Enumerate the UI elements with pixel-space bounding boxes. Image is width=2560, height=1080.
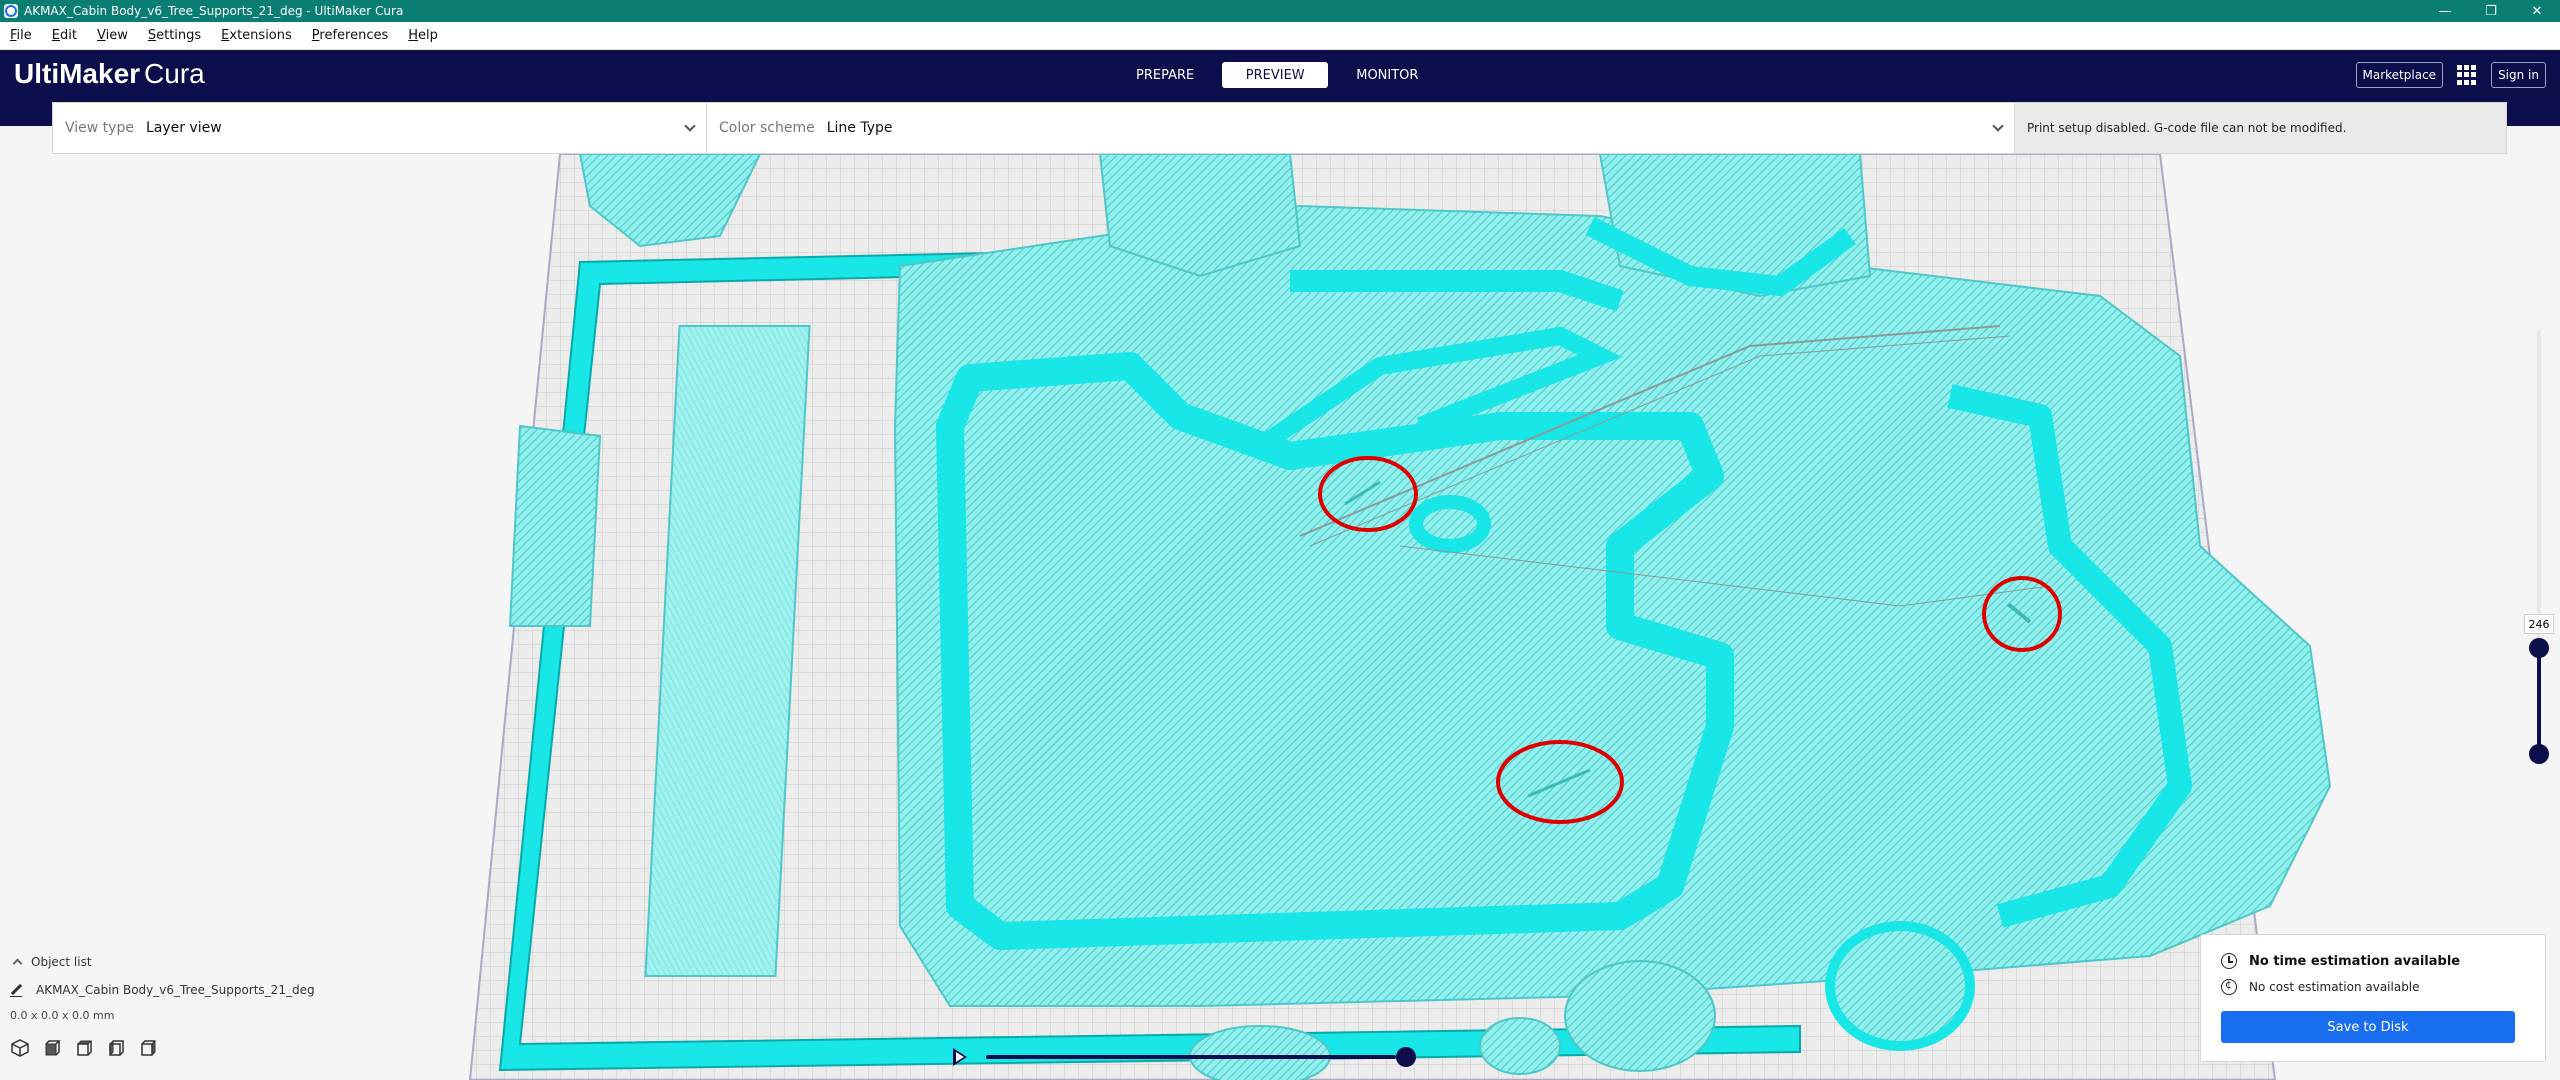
object-list-item[interactable]: AKMAX_Cabin Body_v6_Tree_Supports_21_deg	[10, 976, 510, 1004]
color-scheme-label: Color scheme	[719, 120, 815, 136]
cost-icon	[2221, 978, 2237, 995]
tab-preview[interactable]: PREVIEW	[1222, 62, 1329, 88]
tab-monitor[interactable]: MONITOR	[1336, 62, 1438, 88]
minimize-button[interactable]: —	[2422, 0, 2468, 22]
menu-file[interactable]: File	[0, 28, 42, 43]
view-type-label: View type	[65, 120, 134, 136]
simulation-playback	[950, 1044, 1420, 1070]
color-scheme-dropdown[interactable]: Color scheme Line Type	[707, 103, 2015, 153]
print-information-panel: No time estimation available No cost est…	[2200, 934, 2546, 1062]
pencil-icon	[10, 984, 22, 997]
object-list-toggle[interactable]: Object list	[10, 952, 510, 972]
view-type-dropdown[interactable]: View type Layer view	[53, 103, 707, 153]
menu-preferences[interactable]: Preferences	[302, 28, 398, 43]
layer-view-render	[468, 153, 2332, 1080]
ultimaker-cura-logo: UltiMaker Cura	[14, 58, 205, 90]
cost-estimation: No cost estimation available	[2249, 980, 2420, 994]
cost-estimation-row: No cost estimation available	[2221, 978, 2420, 995]
cura-app-icon	[4, 4, 18, 18]
path-slider-track[interactable]	[986, 1055, 1396, 1059]
header-actions: Marketplace Sign in	[2355, 62, 2546, 88]
object-dimensions: 0.0 x 0.0 x 0.0 mm	[10, 1008, 115, 1022]
chevron-down-icon	[1992, 120, 2004, 132]
brand-light: Cura	[144, 58, 205, 89]
menu-settings[interactable]: Settings	[138, 28, 211, 43]
layer-lower-handle[interactable]	[2529, 744, 2549, 764]
window-title-bar: AKMAX_Cabin Body_v6_Tree_Supports_21_deg…	[0, 0, 2560, 22]
color-scheme-value: Line Type	[826, 120, 893, 136]
marketplace-button[interactable]: Marketplace	[2355, 62, 2444, 88]
view-toolbar: View type Layer view Color scheme Line T…	[52, 102, 2507, 154]
restore-button[interactable]: ❐	[2468, 0, 2514, 22]
print-setup-message: Print setup disabled. G-code file can no…	[2015, 103, 2506, 153]
object-name: AKMAX_Cabin Body_v6_Tree_Supports_21_deg	[36, 983, 315, 997]
brand-bold: UltiMaker	[14, 58, 141, 89]
layer-slider[interactable]: 246	[2524, 330, 2554, 764]
sign-in-button[interactable]: Sign in	[2491, 62, 2546, 88]
camera-view-buttons	[10, 1038, 510, 1058]
tab-prepare[interactable]: PREPARE	[1116, 62, 1214, 88]
path-slider-handle[interactable]	[1396, 1047, 1416, 1067]
3d-viewport[interactable]	[0, 126, 2560, 1080]
menu-edit[interactable]: Edit	[42, 28, 87, 43]
chevron-down-icon	[684, 120, 696, 132]
left-view-icon[interactable]	[106, 1038, 126, 1058]
time-estimation-row: No time estimation available	[2221, 953, 2460, 969]
window-title: AKMAX_Cabin Body_v6_Tree_Supports_21_deg…	[24, 4, 404, 18]
close-button[interactable]: ✕	[2514, 0, 2560, 22]
view-type-value: Layer view	[145, 120, 222, 136]
object-list-label: Object list	[31, 955, 92, 969]
layer-track-range	[2537, 648, 2541, 756]
menu-extensions[interactable]: Extensions	[211, 28, 302, 43]
clock-icon	[2221, 953, 2237, 969]
save-to-disk-button[interactable]: Save to Disk	[2221, 1011, 2515, 1043]
top-view-icon[interactable]	[74, 1038, 94, 1058]
stage-tabs: PREPARE PREVIEW MONITOR	[1116, 62, 1438, 88]
chevron-up-icon	[12, 958, 23, 969]
time-estimation: No time estimation available	[2249, 953, 2461, 969]
menu-bar: File Edit View Settings Extensions Prefe…	[0, 22, 2560, 50]
current-layer-number[interactable]: 246	[2524, 614, 2554, 634]
front-view-icon[interactable]	[42, 1038, 62, 1058]
menu-help[interactable]: Help	[398, 28, 448, 43]
object-list-panel: Object list AKMAX_Cabin Body_v6_Tree_Sup…	[10, 952, 510, 1058]
apps-grid-icon[interactable]	[2457, 65, 2477, 85]
layer-upper-handle[interactable]	[2529, 638, 2549, 658]
3d-view-icon[interactable]	[10, 1038, 30, 1058]
right-view-icon[interactable]	[138, 1038, 158, 1058]
menu-view[interactable]: View	[87, 28, 138, 43]
